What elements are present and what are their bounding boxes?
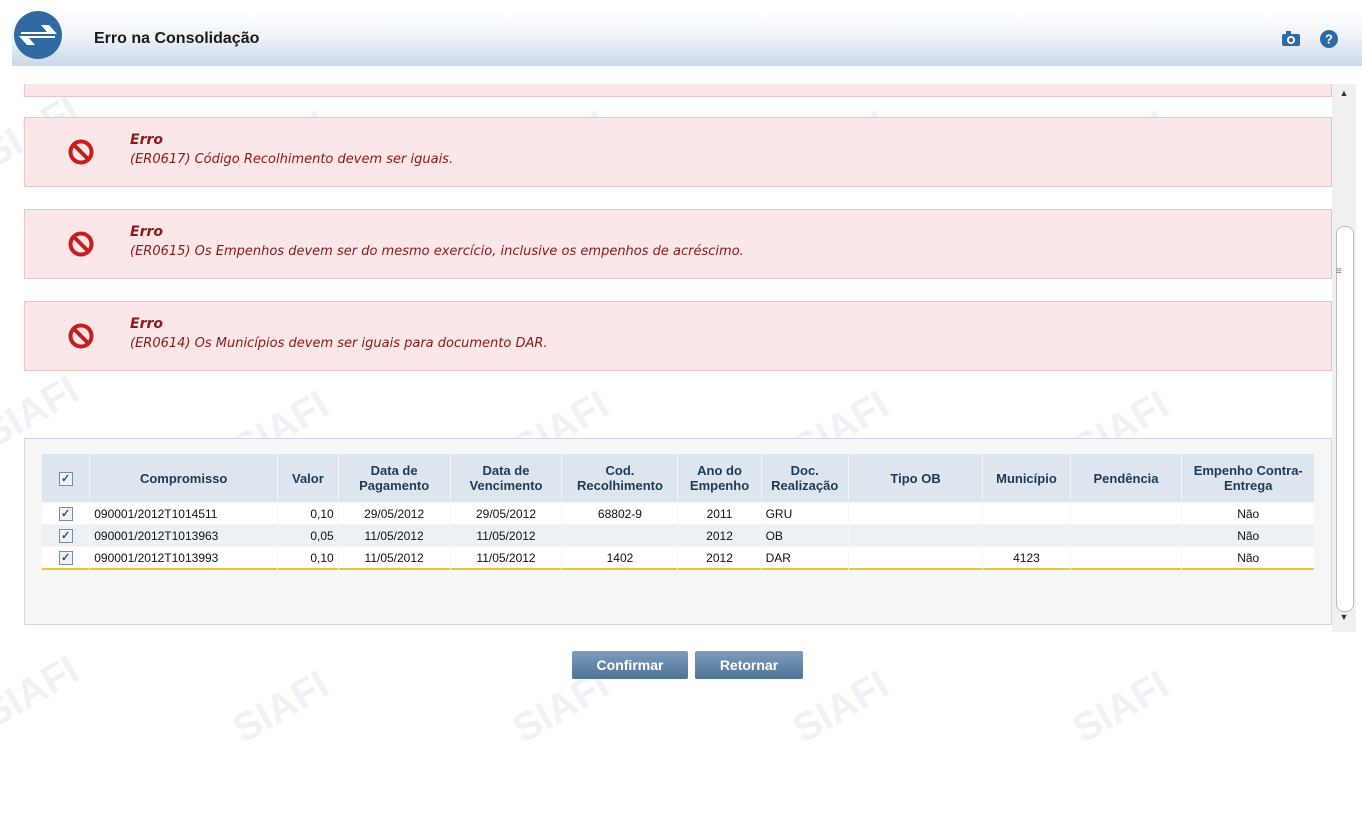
vertical-scrollbar[interactable]: ▲ ≡ ▼: [1332, 84, 1356, 632]
row-select-cell[interactable]: ✓: [42, 547, 90, 570]
error-message-partial: [24, 84, 1332, 97]
pendencia-cell: [1070, 503, 1182, 524]
column-header: Valor: [278, 454, 338, 502]
results-panel: ✓ Compromisso Valor Data de Pagamento Da…: [24, 438, 1332, 625]
help-icon[interactable]: ?: [1318, 28, 1340, 50]
data-pagamento-cell: 29/05/2012: [338, 503, 450, 524]
error-text: (ER0617) Código Recolhimento devem ser i…: [130, 152, 454, 167]
svg-text:?: ?: [1325, 32, 1333, 47]
valor-cell: 0,05: [278, 525, 338, 546]
select-all-header[interactable]: ✓: [42, 454, 90, 502]
column-header: Compromisso: [90, 454, 278, 502]
error-heading: Erro: [130, 316, 163, 332]
error-icon: [67, 138, 95, 166]
valor-cell: 0,10: [278, 547, 338, 570]
valor-cell: 0,10: [278, 503, 338, 524]
cod-recolhimento-cell: 1402: [562, 547, 678, 570]
row-checkbox[interactable]: ✓: [58, 529, 73, 543]
municipio-cell: [983, 503, 1070, 524]
row-select-cell[interactable]: ✓: [42, 525, 90, 546]
column-header: Data de Vencimento: [450, 454, 562, 502]
data-pagamento-cell: 11/05/2012: [338, 547, 450, 570]
page-title: Erro na Consolidação: [94, 30, 260, 47]
cod-recolhimento-cell: [562, 525, 678, 546]
error-message: Erro (ER0615) Os Empenhos devem ser do m…: [24, 209, 1332, 279]
column-header: Data de Pagamento: [338, 454, 450, 502]
pendencia-cell: [1070, 525, 1182, 546]
cod-recolhimento-cell: 68802-9: [562, 503, 678, 524]
error-icon: [67, 230, 95, 258]
compromisso-cell: 090001/2012T1013993: [90, 547, 278, 570]
table-row[interactable]: ✓ 090001/2012T1014511 0,10 29/05/2012 29…: [42, 503, 1314, 524]
empenho-contra-entrega-cell: Não: [1182, 547, 1314, 570]
error-text: (ER0614) Os Municípios devem ser iguais …: [130, 336, 548, 351]
row-checkbox[interactable]: ✓: [58, 551, 73, 565]
error-message: Erro (ER0617) Código Recolhimento devem …: [24, 117, 1332, 187]
municipio-cell: [983, 525, 1070, 546]
scroll-down-arrow-icon[interactable]: ▼: [1332, 612, 1356, 628]
data-vencimento-cell: 29/05/2012: [450, 503, 562, 524]
data-pagamento-cell: 11/05/2012: [338, 525, 450, 546]
row-select-cell[interactable]: ✓: [42, 503, 90, 524]
error-text: (ER0615) Os Empenhos devem ser do mesmo …: [130, 244, 744, 259]
error-heading: Erro: [130, 224, 163, 240]
row-checkbox[interactable]: ✓: [58, 507, 73, 521]
table-header-row: ✓ Compromisso Valor Data de Pagamento Da…: [42, 454, 1314, 502]
pendencia-cell: [1070, 547, 1182, 570]
compromissos-table: ✓ Compromisso Valor Data de Pagamento Da…: [41, 453, 1315, 571]
ano-empenho-cell: 2011: [678, 503, 761, 524]
scrollbar-thumb[interactable]: [1336, 226, 1354, 612]
column-header: Doc. Realização: [761, 454, 848, 502]
column-header: Empenho Contra-Entrega: [1182, 454, 1314, 502]
data-vencimento-cell: 11/05/2012: [450, 525, 562, 546]
scrollbar-grip-icon: ≡: [1336, 266, 1342, 277]
siafi-logo-icon: [14, 11, 62, 59]
error-message: Erro (ER0614) Os Municípios devem ser ig…: [24, 301, 1332, 371]
column-header: Tipo OB: [848, 454, 983, 502]
content-area: Erro (ER0617) Código Recolhimento devem …: [24, 84, 1332, 632]
empenho-contra-entrega-cell: Não: [1182, 503, 1314, 524]
table-row[interactable]: ✓ 090001/2012T1013993 0,10 11/05/2012 11…: [42, 547, 1314, 570]
empenho-contra-entrega-cell: Não: [1182, 525, 1314, 546]
doc-realizacao-cell: OB: [761, 525, 848, 546]
header-bar: Erro na Consolidação ?: [12, 12, 1362, 66]
error-heading: Erro: [130, 132, 163, 148]
column-header: Ano do Empenho: [678, 454, 761, 502]
tipo-ob-cell: [848, 503, 983, 524]
back-button[interactable]: Retornar: [695, 651, 803, 679]
ano-empenho-cell: 2012: [678, 525, 761, 546]
column-header: Município: [983, 454, 1070, 502]
tipo-ob-cell: [848, 547, 983, 570]
doc-realizacao-cell: GRU: [761, 503, 848, 524]
compromisso-cell: 090001/2012T1014511: [90, 503, 278, 524]
doc-realizacao-cell: DAR: [761, 547, 848, 570]
scroll-up-arrow-icon[interactable]: ▲: [1332, 88, 1356, 104]
confirm-button[interactable]: Confirmar: [572, 651, 688, 679]
municipio-cell: 4123: [983, 547, 1070, 570]
select-all-checkbox[interactable]: ✓: [58, 472, 73, 486]
camera-icon[interactable]: [1280, 28, 1302, 50]
tipo-ob-cell: [848, 525, 983, 546]
column-header: Cod. Recolhimento: [562, 454, 678, 502]
error-icon: [67, 322, 95, 350]
ano-empenho-cell: 2012: [678, 547, 761, 570]
data-vencimento-cell: 11/05/2012: [450, 547, 562, 570]
column-header: Pendência: [1070, 454, 1182, 502]
compromisso-cell: 090001/2012T1013963: [90, 525, 278, 546]
table-row[interactable]: ✓ 090001/2012T1013963 0,05 11/05/2012 11…: [42, 525, 1314, 546]
